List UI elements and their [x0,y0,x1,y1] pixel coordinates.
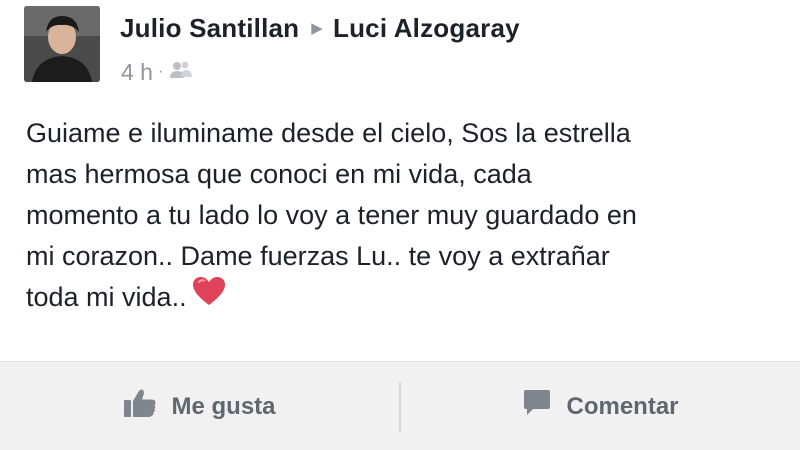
arrow-right-icon: ▶ [311,19,323,37]
comment-icon [522,389,552,424]
post-text-line: toda mi vida.. [26,282,187,312]
comment-button[interactable]: Comentar [401,362,800,450]
recipient-name-link[interactable]: Luci Alzogaray [333,13,520,44]
post-meta: 4 h · [121,56,193,88]
thumbs-up-icon [123,388,157,425]
post-text-line: momento a tu lado lo voy a tener muy gua… [26,200,637,230]
post-header: Julio Santillan ▶ Luci Alzogaray [120,11,520,45]
heart-icon [191,275,227,319]
avatar-image [24,6,100,82]
author-avatar[interactable] [24,6,100,82]
post-text-line: mas hermosa que conoci en mi vida, cada [26,159,532,189]
comment-button-label: Comentar [566,392,679,420]
author-name-link[interactable]: Julio Santillan [120,13,299,44]
post-text-line: Guiame e iluminame desde el cielo, Sos l… [26,118,631,148]
friends-icon[interactable] [169,59,193,86]
post-text: Guiame e iluminame desde el cielo, Sos l… [26,113,786,319]
like-button-label: Me gusta [171,392,276,420]
facebook-post: Julio Santillan ▶ Luci Alzogaray 4 h · G… [0,0,800,450]
like-button[interactable]: Me gusta [0,362,399,450]
post-timestamp[interactable]: 4 h [121,59,153,86]
action-bar: Me gusta Comentar [0,361,800,450]
meta-separator: · [157,63,164,80]
post-text-line: mi corazon.. Dame fuerzas Lu.. te voy a … [26,241,610,271]
